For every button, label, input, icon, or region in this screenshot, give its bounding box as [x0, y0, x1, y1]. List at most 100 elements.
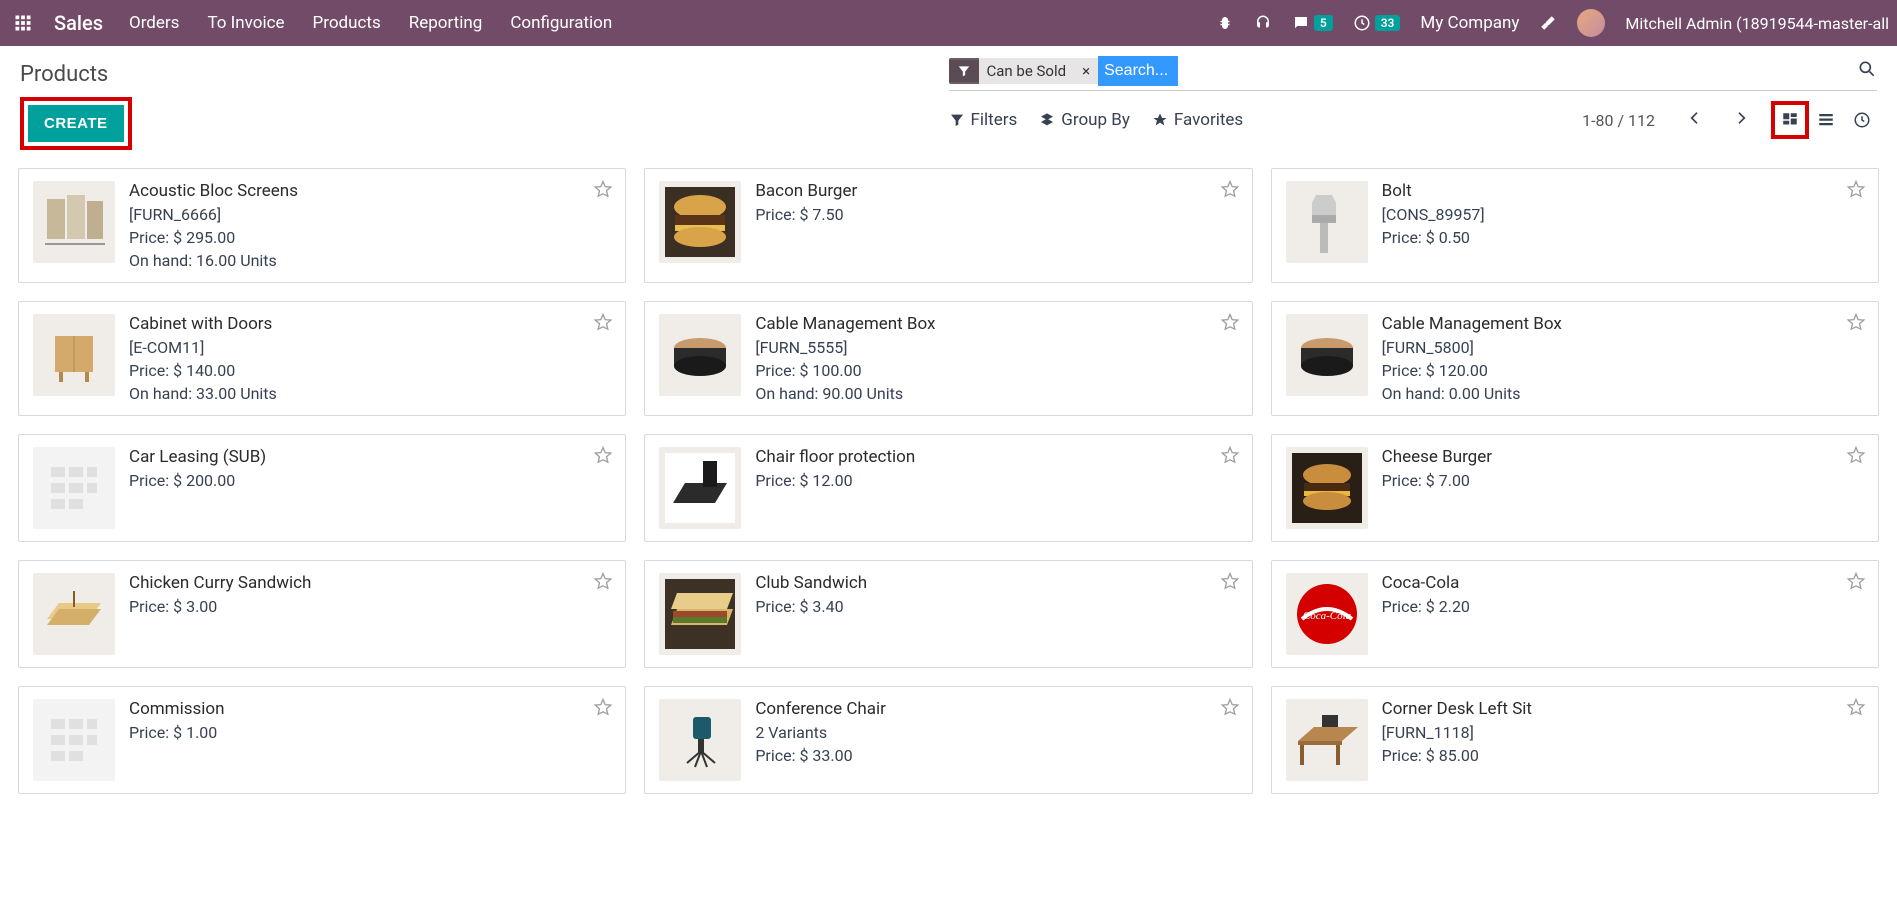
product-price: Price: $ 0.50 — [1382, 228, 1485, 247]
product-thumbnail — [659, 699, 741, 781]
product-code: [FURN_5800] — [1382, 338, 1562, 357]
star-icon[interactable] — [1220, 697, 1240, 721]
star-icon[interactable] — [593, 312, 613, 336]
bug-icon[interactable] — [1216, 14, 1234, 32]
product-name: Commission — [129, 699, 224, 719]
product-body: Cable Management Box[FURN_5800]Price: $ … — [1382, 314, 1562, 403]
star-icon[interactable] — [593, 445, 613, 469]
star-icon[interactable] — [1220, 571, 1240, 595]
star-icon[interactable] — [1220, 312, 1240, 336]
tools-icon[interactable] — [1539, 14, 1557, 32]
star-icon[interactable] — [593, 571, 613, 595]
control-right: Can be Sold × Filters Group By Favorites… — [949, 52, 1878, 135]
pager[interactable]: 1-80 / 112 — [1582, 111, 1655, 130]
view-switcher — [1775, 105, 1877, 135]
chip-remove[interactable]: × — [1074, 58, 1098, 84]
product-card[interactable]: Club SandwichPrice: $ 3.40 — [644, 560, 1252, 668]
filters-button[interactable]: Filters — [949, 110, 1018, 130]
clock-icon[interactable]: 33 — [1353, 14, 1401, 32]
prev-page-button[interactable] — [1683, 106, 1707, 134]
product-card[interactable]: CommissionPrice: $ 1.00 — [18, 686, 626, 794]
control-panel: Products CREATE Can be Sold × Filters Gr… — [0, 46, 1897, 150]
product-card[interactable]: Cable Management Box[FURN_5555]Price: $ … — [644, 301, 1252, 416]
product-body: Chair floor protectionPrice: $ 12.00 — [755, 447, 915, 529]
product-card[interactable]: Conference Chair2 VariantsPrice: $ 33.00 — [644, 686, 1252, 794]
product-onhand: On hand: 16.00 Units — [129, 251, 298, 270]
star-icon[interactable] — [1846, 571, 1866, 595]
product-price: Price: $ 33.00 — [755, 746, 886, 765]
product-body: Coca-ColaPrice: $ 2.20 — [1382, 573, 1470, 655]
product-thumbnail — [1286, 699, 1368, 781]
product-code: [FURN_5555] — [755, 338, 935, 357]
product-card[interactable]: Coca-ColaPrice: $ 2.20 — [1271, 560, 1879, 668]
search-icon[interactable] — [1857, 59, 1877, 83]
star-icon[interactable] — [1846, 312, 1866, 336]
product-body: Bacon Burger Price: $ 7.50 — [755, 181, 857, 270]
star-icon[interactable] — [1220, 179, 1240, 203]
kanban-view-button[interactable] — [1775, 105, 1805, 135]
star-icon[interactable] — [1846, 697, 1866, 721]
search-input[interactable] — [1098, 56, 1178, 86]
product-code: [CONS_89957] — [1382, 205, 1485, 224]
product-thumbnail — [1286, 447, 1368, 529]
product-price: Price: $ 7.00 — [1382, 471, 1492, 490]
product-name: Chair floor protection — [755, 447, 915, 467]
product-card[interactable]: Cabinet with Doors[E-COM11]Price: $ 140.… — [18, 301, 626, 416]
product-card[interactable]: Chair floor protectionPrice: $ 12.00 — [644, 434, 1252, 542]
topnav: Orders To Invoice Products Reporting Con… — [129, 13, 612, 33]
nav-orders[interactable]: Orders — [129, 13, 179, 33]
star-icon[interactable] — [1220, 445, 1240, 469]
support-icon[interactable] — [1254, 14, 1272, 32]
user-name[interactable]: Mitchell Admin (18919544-master-all — [1625, 14, 1889, 33]
product-card[interactable]: Bacon Burger Price: $ 7.50 — [644, 168, 1252, 283]
activity-view-button[interactable] — [1847, 105, 1877, 135]
product-card[interactable]: Acoustic Bloc Screens[FURN_6666]Price: $… — [18, 168, 626, 283]
favorites-label: Favorites — [1174, 110, 1243, 130]
product-price: Price: $ 7.50 — [755, 205, 857, 224]
product-thumbnail — [1286, 181, 1368, 263]
avatar[interactable] — [1577, 9, 1605, 37]
star-icon[interactable] — [593, 697, 613, 721]
product-thumbnail — [33, 181, 115, 263]
nav-reporting[interactable]: Reporting — [409, 13, 483, 33]
star-icon[interactable] — [593, 179, 613, 203]
groupby-button[interactable]: Group By — [1039, 110, 1130, 130]
favorites-button[interactable]: Favorites — [1152, 110, 1243, 130]
create-highlight: CREATE — [20, 97, 132, 150]
product-card[interactable]: Corner Desk Left Sit[FURN_1118]Price: $ … — [1271, 686, 1879, 794]
star-icon[interactable] — [1846, 179, 1866, 203]
star-icon[interactable] — [1846, 445, 1866, 469]
search-chip: Can be Sold × — [949, 58, 1099, 84]
product-onhand: On hand: 33.00 Units — [129, 384, 277, 403]
control-left: Products CREATE — [20, 52, 949, 150]
product-name: Cabinet with Doors — [129, 314, 277, 334]
brand[interactable]: Sales — [54, 11, 103, 35]
product-card[interactable]: Car Leasing (SUB)Price: $ 200.00 — [18, 434, 626, 542]
product-price: Price: $ 3.00 — [129, 597, 311, 616]
apps-icon[interactable] — [8, 14, 38, 32]
company-name[interactable]: My Company — [1420, 13, 1519, 33]
product-name: Acoustic Bloc Screens — [129, 181, 298, 201]
topbar-left: Sales Orders To Invoice Products Reporti… — [8, 11, 612, 35]
create-button[interactable]: CREATE — [28, 105, 124, 142]
product-card[interactable]: Cable Management Box[FURN_5800]Price: $ … — [1271, 301, 1879, 416]
product-card[interactable]: Cheese BurgerPrice: $ 7.00 — [1271, 434, 1879, 542]
messages-icon[interactable]: 5 — [1292, 14, 1333, 32]
product-name: Coca-Cola — [1382, 573, 1470, 593]
list-view-button[interactable] — [1811, 105, 1841, 135]
product-variants: 2 Variants — [755, 723, 886, 742]
product-name: Bolt — [1382, 181, 1485, 201]
next-page-button[interactable] — [1729, 106, 1753, 134]
nav-configuration[interactable]: Configuration — [510, 13, 612, 33]
nav-products[interactable]: Products — [313, 13, 381, 33]
product-name: Bacon Burger — [755, 181, 857, 201]
product-card[interactable]: Bolt [CONS_89957] Price: $ 0.50 — [1271, 168, 1879, 283]
product-price: Price: $ 140.00 — [129, 361, 277, 380]
product-thumbnail — [659, 314, 741, 396]
product-price: Price: $ 100.00 — [755, 361, 935, 380]
product-thumbnail — [1286, 314, 1368, 396]
nav-to-invoice[interactable]: To Invoice — [207, 13, 284, 33]
kanban-view: Acoustic Bloc Screens[FURN_6666]Price: $… — [0, 150, 1897, 812]
product-card[interactable]: Chicken Curry SandwichPrice: $ 3.00 — [18, 560, 626, 668]
product-body: Chicken Curry SandwichPrice: $ 3.00 — [129, 573, 311, 655]
